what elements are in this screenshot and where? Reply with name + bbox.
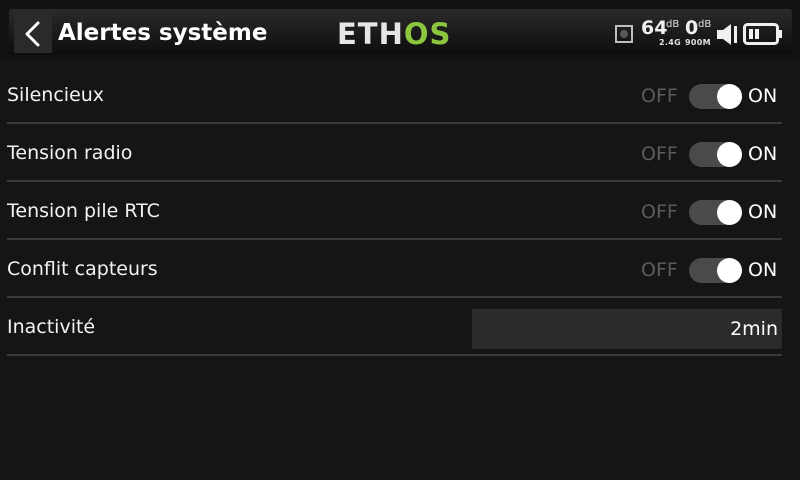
- setting-label: Inactivité: [7, 316, 96, 338]
- inactivity-value-field[interactable]: 2min: [472, 309, 782, 349]
- back-button[interactable]: [14, 13, 52, 53]
- logo-os-text: OS: [403, 17, 452, 51]
- setting-row-tension-radio: Tension radio OFF ON: [7, 125, 782, 182]
- toggle-off-label: OFF: [641, 85, 678, 107]
- signal-icon: [615, 25, 633, 43]
- rssi-unit: dB: [666, 19, 680, 30]
- toggle-off-label: OFF: [641, 259, 678, 281]
- setting-label: Conflit capteurs: [7, 258, 158, 280]
- logo-eth-text: ETH: [337, 17, 404, 51]
- toggle-knob: [717, 200, 742, 225]
- setting-label: Tension pile RTC: [7, 200, 160, 222]
- speaker-icon[interactable]: [716, 22, 740, 46]
- rssi-value: 64: [641, 17, 668, 39]
- setting-row-tension-pile-rtc: Tension pile RTC OFF ON: [7, 183, 782, 240]
- rssi2-band: 900M: [685, 38, 711, 47]
- toggle-switch-tension-radio[interactable]: [689, 142, 742, 167]
- chevron-left-icon: [25, 21, 40, 47]
- setting-row-silencieux: Silencieux OFF ON: [7, 67, 782, 124]
- rssi2-unit: dB: [698, 19, 712, 30]
- toggle-on-label: ON: [748, 201, 778, 223]
- toggle-on-label: ON: [748, 85, 778, 107]
- toggle-knob: [717, 84, 742, 109]
- ethos-logo: ETHOS: [337, 18, 451, 50]
- header-bar: Alertes système ETHOS 64 dB 2.4G 0 dB 90…: [0, 0, 800, 60]
- toggle-off-label: OFF: [641, 201, 678, 223]
- rssi2-value: 0: [685, 17, 699, 39]
- toggle-knob: [717, 258, 742, 283]
- screen: Alertes système ETHOS 64 dB 2.4G 0 dB 90…: [0, 0, 800, 480]
- toggle-off-label: OFF: [641, 143, 678, 165]
- rssi-band: 2.4G: [659, 38, 681, 47]
- setting-row-conflit-capteurs: Conflit capteurs OFF ON: [7, 241, 782, 298]
- battery-icon: [743, 23, 782, 45]
- setting-label: Silencieux: [7, 84, 105, 106]
- toggle-on-label: ON: [748, 259, 778, 281]
- setting-label: Tension radio: [7, 142, 133, 164]
- toggle-on-label: ON: [748, 143, 778, 165]
- page-title: Alertes système: [58, 20, 268, 46]
- inactivity-value: 2min: [730, 318, 778, 340]
- toggle-knob: [717, 142, 742, 167]
- toggle-switch-conflit-capteurs[interactable]: [689, 258, 742, 283]
- toggle-switch-tension-pile-rtc[interactable]: [689, 200, 742, 225]
- toggle-switch-silencieux[interactable]: [689, 84, 742, 109]
- setting-row-inactivite: Inactivité 2min: [7, 299, 782, 356]
